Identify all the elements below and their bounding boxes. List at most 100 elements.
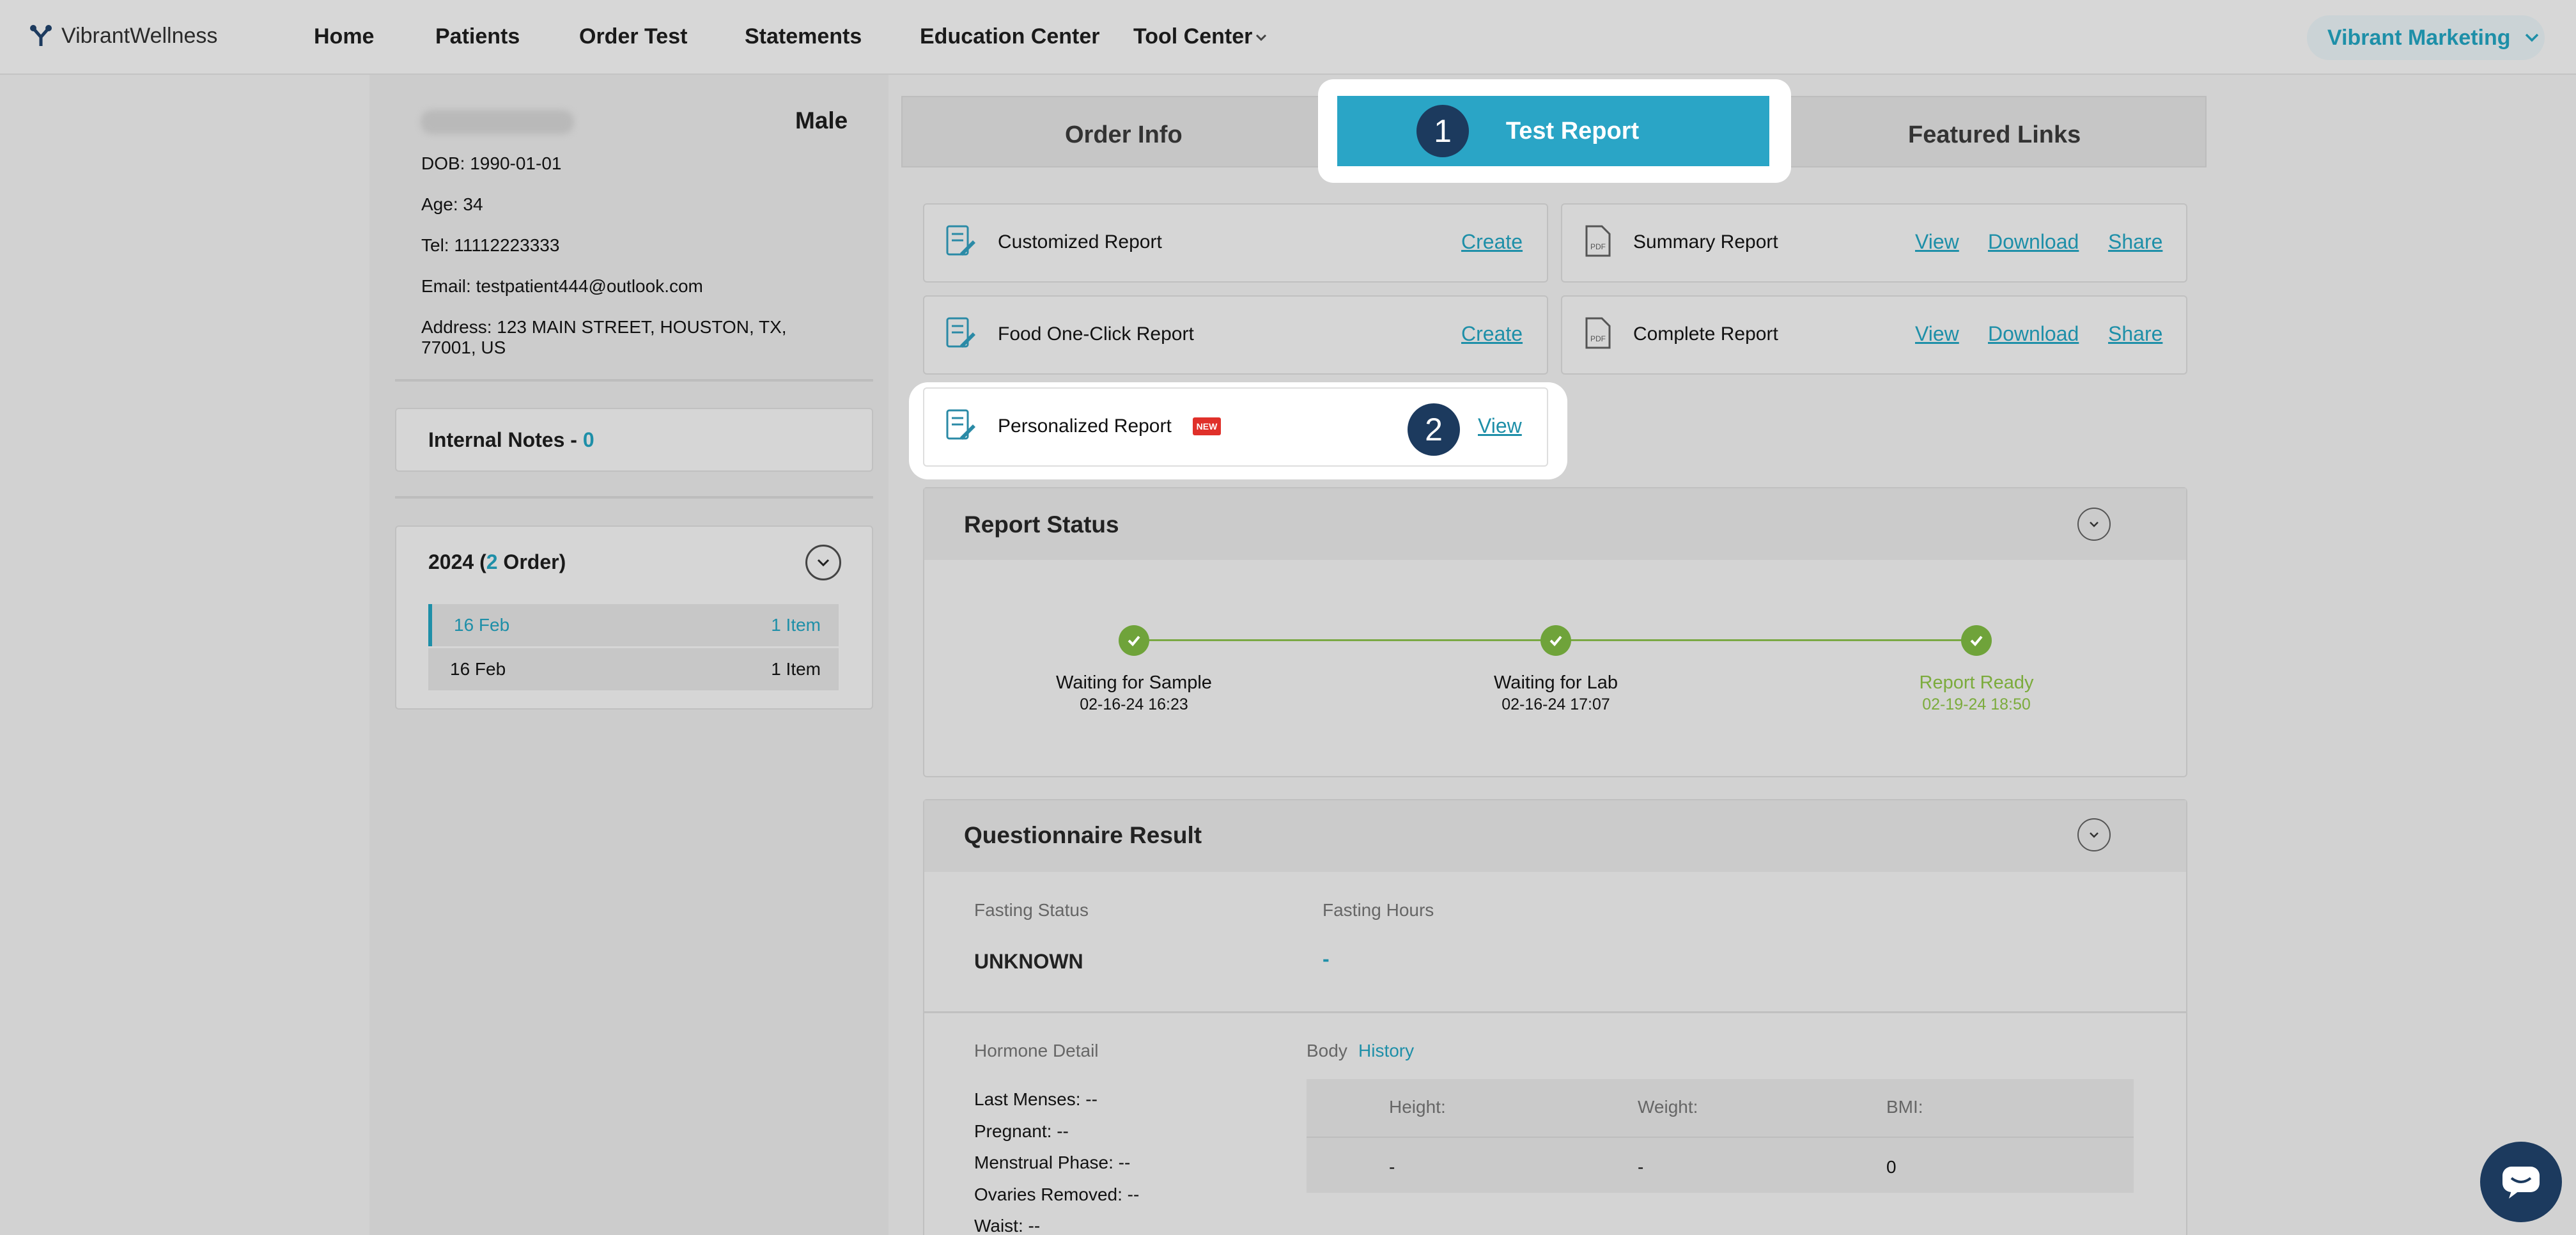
complete-report-download-link[interactable]: Download [1988,322,2079,346]
hormone-detail-label: Hormone Detail [974,1041,1099,1060]
patient-address-line2: 77001, US [421,338,506,357]
history-link[interactable]: History [1358,1041,1414,1061]
body-measurements-table [1307,1079,2134,1193]
nav-statements[interactable]: Statements [745,24,862,49]
check-icon [1540,625,1571,656]
report-edit-icon [946,225,975,256]
patient-tel: Tel: 11112223333 [421,235,560,255]
fasting-status-label: Fasting Status [974,900,1089,920]
complete-report-label: Complete Report [1633,323,1778,345]
weight-label: Weight: [1638,1097,1698,1117]
tab-featured-links[interactable]: Featured Links [1908,121,2081,149]
brand-logo[interactable]: VibrantWellness [28,23,217,49]
waist: Waist: -- [974,1216,1041,1235]
order-row[interactable]: 16 Feb 1 Item [428,648,839,690]
order-row-selected[interactable]: 16 Feb 1 Item [428,604,839,646]
chevron-down-icon[interactable] [1254,31,1268,45]
timeline-connector [1556,639,1978,641]
nav-home[interactable]: Home [314,24,374,49]
order-count: 2 [486,550,498,573]
ovaries-removed: Ovaries Removed: -- [974,1185,1140,1204]
last-menses: Last Menses: -- [974,1089,1098,1109]
status-step-label: Report Ready [1919,672,2034,693]
summary-report-label: Summary Report [1633,231,1778,252]
table-divider [1307,1137,2134,1138]
fasting-status-value: UNKNOWN [974,950,1083,973]
personalized-report-label: Personalized Report [998,416,1172,437]
height-value: - [1389,1157,1395,1177]
tab-test-report[interactable]: Test Report [1337,96,1769,166]
orders-year-label: 2024 (2 Order) [428,550,566,574]
svg-text:PDF: PDF [1590,334,1606,343]
patient-address-line1: Address: 123 MAIN STREET, HOUSTON, TX, [421,317,787,337]
patient-dob: DOB: 1990-01-01 [421,153,562,173]
questionnaire-divider [924,1011,2186,1013]
order-date: 16 Feb [454,615,510,635]
bmi-value: 0 [1886,1157,1897,1177]
step-marker-1: 1 [1416,105,1469,157]
year-text: 2024 ( [428,550,486,573]
account-menu-button[interactable]: Vibrant Marketing [2307,15,2545,60]
questionnaire-collapse-button[interactable] [2077,818,2111,851]
chevron-down-icon [817,559,830,567]
summary-report-share-link[interactable]: Share [2108,230,2162,254]
pdf-document-icon: PDF [1585,317,1611,349]
pdf-document-icon: PDF [1585,225,1611,257]
weight-value: - [1638,1157,1644,1177]
report-edit-icon [946,317,975,348]
food-report-label: Food One-Click Report [998,323,1194,345]
check-icon [1119,625,1149,656]
status-step-time: 02-19-24 18:50 [1922,695,2031,713]
order-date: 16 Feb [450,659,506,679]
chevron-down-icon [2090,522,2099,527]
nav-education-center[interactable]: Education Center [920,24,1099,49]
status-step-label: Waiting for Sample [1056,672,1212,693]
status-step-time: 02-16-24 16:23 [1080,695,1188,713]
questionnaire-title: Questionnaire Result [964,822,1202,848]
tab-test-report-label: Test Report [1505,117,1640,144]
order-suffix: Order) [497,550,566,573]
fasting-hours-value: - [1323,947,1330,970]
food-report-create-link[interactable]: Create [1461,322,1523,346]
chevron-down-icon [2525,33,2538,42]
orders-collapse-button[interactable] [805,545,841,580]
summary-report-view-link[interactable]: View [1915,230,1959,254]
svg-text:PDF: PDF [1590,242,1606,251]
pregnant: Pregnant: -- [974,1121,1069,1141]
summary-report-download-link[interactable]: Download [1988,230,2079,254]
customized-report-create-link[interactable]: Create [1461,230,1523,254]
nav-patients[interactable]: Patients [435,24,520,49]
report-status-collapse-button[interactable] [2077,508,2111,541]
personalized-report-view-link[interactable]: View [1478,414,1522,438]
status-step-label: Waiting for Lab [1494,672,1618,693]
account-name: Vibrant Marketing [2327,25,2511,50]
height-label: Height: [1389,1097,1446,1117]
order-item-count: 1 Item [771,659,821,679]
check-icon [1961,625,1992,656]
step-marker-2: 2 [1408,403,1460,456]
complete-report-share-link[interactable]: Share [2108,322,2162,346]
patient-age: Age: 34 [421,194,483,214]
notes-count: 0 [582,428,594,451]
order-item-count: 1 Item [771,615,821,635]
report-edit-icon [946,409,975,440]
chat-support-button[interactable] [2480,1142,2562,1222]
sidebar-divider [395,496,873,499]
tab-order-info[interactable]: Order Info [1065,121,1183,149]
customized-report-label: Customized Report [998,231,1162,252]
nav-tool-center[interactable]: Tool Center [1133,24,1252,49]
new-badge: NEW [1193,417,1221,435]
chat-bubble-icon [2502,1167,2540,1199]
patient-gender: Male [795,107,848,134]
patient-name-blurred [421,110,574,134]
complete-report-view-link[interactable]: View [1915,322,1959,346]
nav-order-test[interactable]: Order Test [579,24,687,49]
brand-name: VibrantWellness [61,23,218,48]
internal-notes-label[interactable]: Internal Notes - 0 [428,428,594,452]
sidebar-divider [395,379,873,382]
notes-text: Internal Notes - [428,428,583,451]
vibrant-logo-icon [30,25,52,46]
body-label: Body [1307,1041,1347,1060]
patient-email: Email: testpatient444@outlook.com [421,276,703,296]
chevron-down-icon [2090,832,2099,838]
